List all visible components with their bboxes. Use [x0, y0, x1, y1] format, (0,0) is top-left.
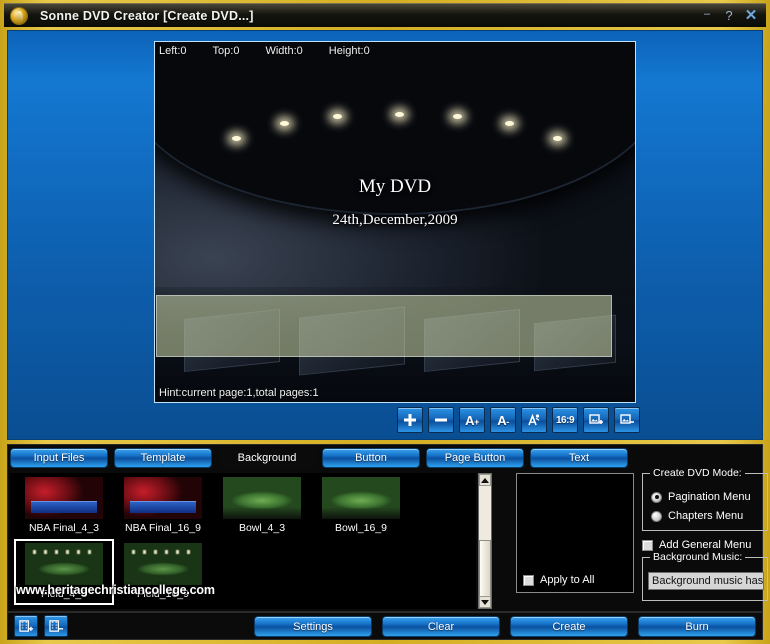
coord-width: Width:0 — [265, 45, 303, 57]
coord-left: Left:0 — [159, 45, 187, 57]
image-plus-icon[interactable] — [583, 407, 609, 433]
scrollbar-thumb[interactable] — [479, 540, 491, 600]
radio-icon[interactable] — [651, 491, 662, 503]
selection-coordinates: Left:0 Top:0 Width:0 Height:0 — [159, 45, 370, 57]
menu-preview-panel: My DVD 24th,December,2009 Left:0 Top:0 W… — [7, 30, 763, 440]
help-icon[interactable]: ? — [718, 6, 740, 26]
create-dvd-mode-group: Create DVD Mode: Pagination Menu Chapter… — [642, 467, 768, 531]
remove-item-button[interactable] — [428, 407, 454, 433]
apply-to-all-checkbox[interactable] — [523, 574, 534, 586]
background-thumbnail-list[interactable]: NBA Final_4_3 NBA Final_16_9 Bowl_4_3 Bo… — [10, 473, 476, 609]
list-item[interactable]: NBA Final_4_3 — [16, 475, 112, 537]
background-preview-box: Apply to All — [516, 473, 634, 593]
thumbnail-label: NBA Final_4_3 — [28, 522, 100, 534]
thumbnail-label: Field_4_3 — [40, 588, 88, 600]
add-general-menu-label: Add General Menu — [659, 539, 752, 551]
radio-pagination-menu[interactable]: Pagination Menu — [651, 491, 751, 503]
thumbnail-label: Field_16_9 — [137, 588, 189, 600]
thumbnail-label: Bowl_4_3 — [238, 522, 286, 534]
tab-button[interactable]: Button — [322, 448, 420, 468]
settings-button[interactable]: Settings — [254, 616, 372, 637]
background-music-title: Background Music: — [650, 551, 746, 563]
background-music-group: Background Music: Background music has n… — [642, 551, 768, 601]
bottom-action-bar: Settings Clear Create Burn — [7, 612, 763, 640]
minimize-icon[interactable]: – — [696, 4, 718, 24]
menu-title-text[interactable]: My DVD — [155, 176, 635, 198]
tab-input-files[interactable]: Input Files — [10, 448, 108, 468]
add-general-menu-checkbox[interactable] — [642, 539, 653, 551]
list-item[interactable]: Bowl_4_3 — [214, 475, 310, 537]
window-title: Sonne DVD Creator [Create DVD...] — [40, 8, 254, 23]
increase-font-button[interactable]: A+ — [459, 407, 485, 433]
decrease-font-button[interactable]: A- — [490, 407, 516, 433]
menu-date-text[interactable]: 24th,December,2009 — [155, 212, 635, 229]
coord-height: Height:0 — [328, 45, 370, 57]
tab-page-button[interactable]: Page Button — [426, 448, 524, 468]
title-bar: Sonne DVD Creator [Create DVD...] – ? ✕ — [4, 3, 766, 27]
tab-background[interactable]: Background — [218, 448, 316, 468]
radio-label: Pagination Menu — [668, 491, 751, 503]
film-plus-icon[interactable] — [14, 615, 38, 637]
window-controls: – ? ✕ — [696, 6, 762, 26]
aspect-ratio-button[interactable]: 16:9 — [552, 407, 578, 433]
action-buttons: Settings Clear Create Burn — [254, 616, 756, 637]
scroll-up-icon[interactable] — [479, 474, 491, 486]
tab-template[interactable]: Template — [114, 448, 212, 468]
tab-text[interactable]: Text — [530, 448, 628, 468]
page-hint-text: Hint:current page:1,total pages:1 — [159, 387, 319, 399]
add-item-button[interactable] — [397, 407, 423, 433]
apply-to-all-label: Apply to All — [540, 574, 595, 586]
add-general-menu-row[interactable]: Add General Menu — [642, 539, 751, 551]
create-dvd-mode-title: Create DVD Mode: — [650, 467, 745, 479]
application-window: Sonne DVD Creator [Create DVD...] – ? ✕ — [0, 0, 770, 644]
thumbnail-label: Bowl_16_9 — [335, 522, 387, 534]
editor-tabs: Input Files Template Background Button P… — [10, 448, 628, 468]
scroll-down-icon[interactable] — [479, 596, 491, 608]
radio-icon[interactable] — [651, 510, 662, 522]
list-item[interactable]: Bowl_16_9 — [313, 475, 409, 537]
text-effect-icon[interactable] — [521, 407, 547, 433]
list-item[interactable]: NBA Final_16_9 — [115, 475, 211, 537]
aspect-ratio-label: 16:9 — [555, 414, 575, 426]
list-item-selected[interactable]: Field_4_3 — [14, 539, 114, 605]
editor-lower-panel: Input Files Template Background Button P… — [7, 444, 768, 612]
film-minus-icon[interactable] — [44, 615, 68, 637]
selection-overlay-band[interactable] — [156, 295, 612, 357]
thumbnail-image — [25, 477, 103, 519]
close-icon[interactable]: ✕ — [740, 6, 762, 26]
thumbnail-image — [124, 477, 202, 519]
clear-button[interactable]: Clear — [382, 616, 500, 637]
preview-toolbar: A+ A- 16:9 — [397, 407, 640, 433]
create-button[interactable]: Create — [510, 616, 628, 637]
dvd-menu-preview[interactable]: My DVD 24th,December,2009 Left:0 Top:0 W… — [154, 41, 636, 403]
image-minus-icon[interactable] — [614, 407, 640, 433]
thumbnail-scrollbar[interactable] — [478, 473, 492, 609]
thumbnail-image — [223, 477, 301, 519]
radio-label: Chapters Menu — [668, 510, 744, 522]
thumbnail-label: NBA Final_16_9 — [125, 522, 201, 534]
background-music-input[interactable]: Background music has not been set — [648, 572, 764, 590]
radio-chapters-menu[interactable]: Chapters Menu — [651, 510, 743, 522]
thumbnail-image — [124, 543, 202, 585]
sonne-logo-icon — [10, 6, 28, 25]
thumbnail-image — [25, 543, 103, 585]
coord-top: Top:0 — [212, 45, 240, 57]
apply-to-all-row[interactable]: Apply to All — [523, 574, 594, 586]
burn-button[interactable]: Burn — [638, 616, 756, 637]
thumbnail-image — [322, 477, 400, 519]
list-item[interactable]: Field_16_9 — [115, 541, 211, 603]
